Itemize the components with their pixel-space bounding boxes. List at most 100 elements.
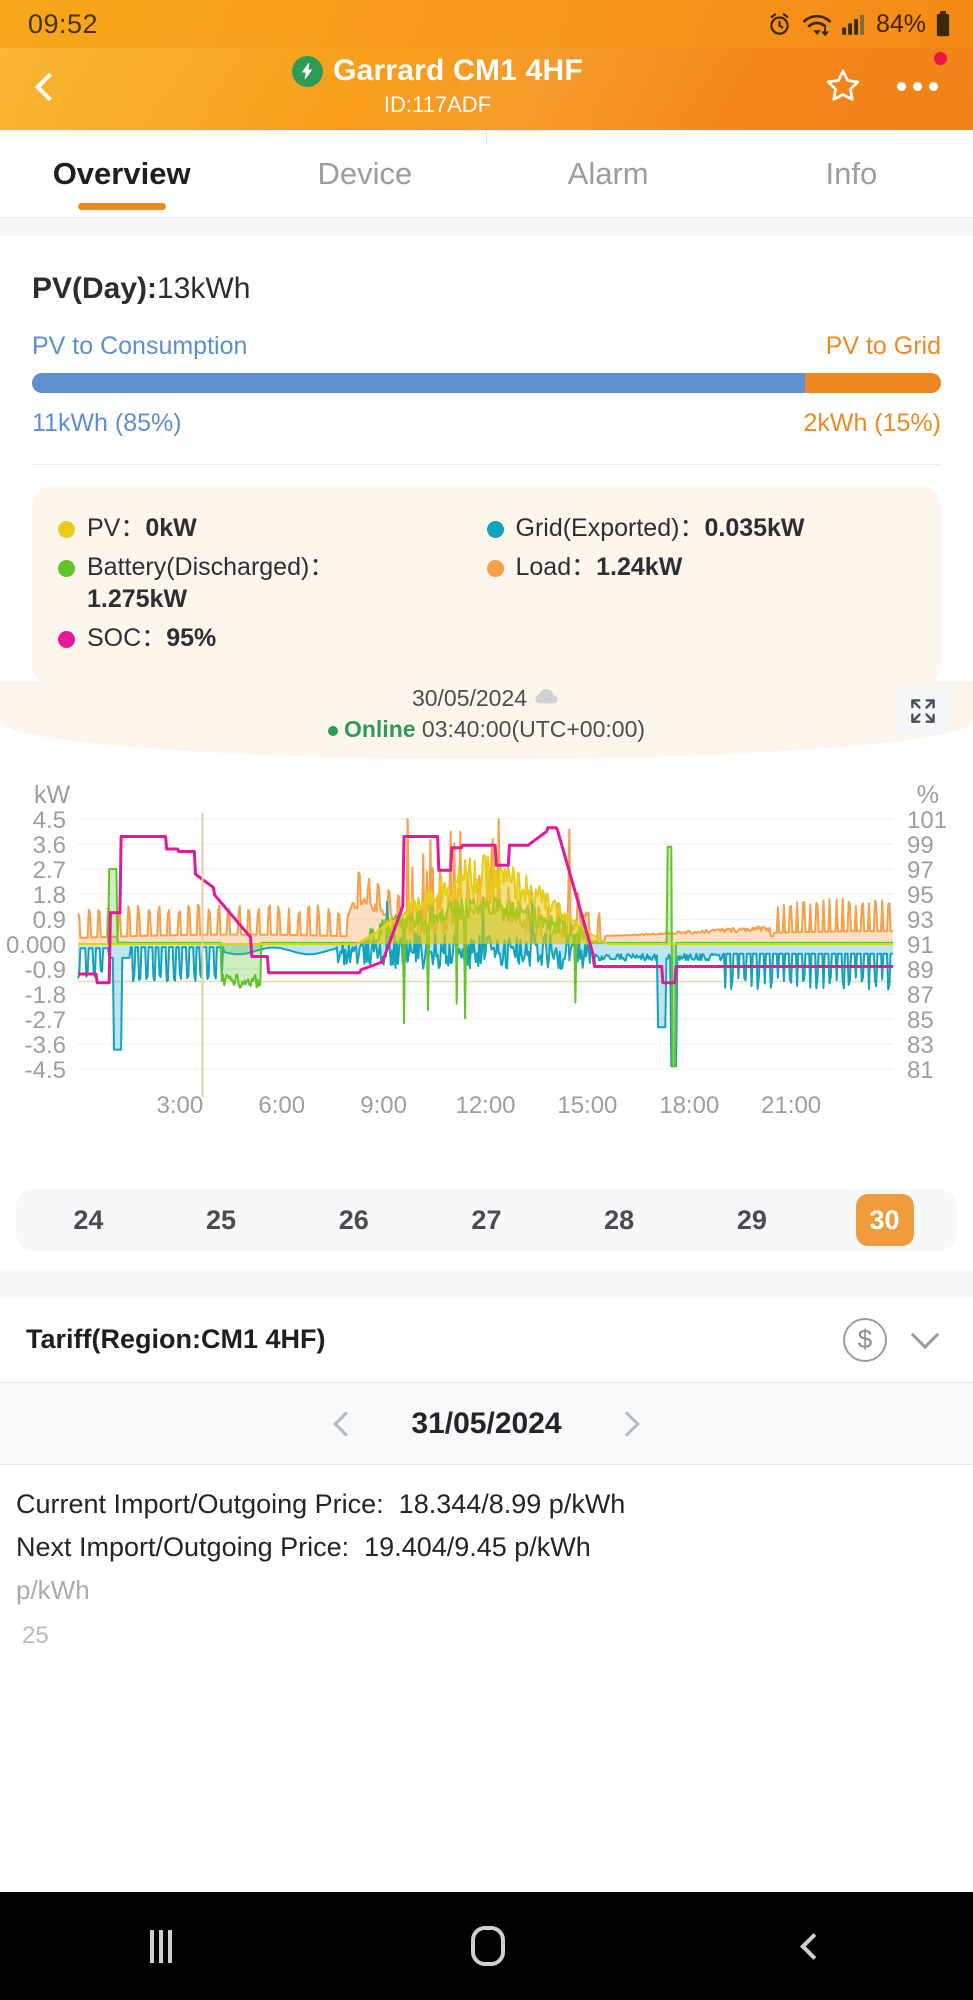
- tariff-date-bar: 31/05/2024: [0, 1383, 973, 1465]
- chart-date-row: 30/05/2024: [412, 685, 561, 712]
- tab-overview-label: Overview: [52, 155, 191, 191]
- grid-dot-icon: [486, 521, 504, 538]
- chart-y-tick-left: -4.5: [25, 1057, 66, 1084]
- chart-y-tick-right: 83: [907, 1032, 934, 1059]
- chart-y-tick-left: 0.9: [33, 907, 66, 934]
- bolt-badge-icon: [292, 55, 324, 87]
- legend-soc-label: SOC: [87, 624, 142, 652]
- tab-alarm[interactable]: Alarm: [485, 129, 730, 218]
- legend-battery-separator: ：: [309, 553, 335, 581]
- next-price-row: Next Import/Outgoing Price: 19.404/9.45 …: [16, 1532, 957, 1563]
- day-chip-26[interactable]: 26: [325, 1194, 383, 1246]
- back-icon[interactable]: [800, 1932, 828, 1960]
- legend-column-right: Grid(Exported)：0.035kW Load：1.24kW: [486, 505, 916, 661]
- chart-y-tick-right: 97: [907, 857, 934, 884]
- tab-divider: [485, 129, 487, 145]
- day-chip-28[interactable]: 28: [590, 1194, 648, 1246]
- legend-grid-text: Grid(Exported)：0.035kW: [516, 512, 805, 544]
- pv-day-value: 13kWh: [157, 272, 251, 305]
- app-bar-title-block: Garrard CM1 4HF ID:117ADF: [92, 52, 783, 118]
- power-chart[interactable]: kW % 4.5 101 3.6 99 2.7 97 1.8 95 0.9 93 0.000 91 -0…: [0, 759, 973, 1179]
- chart-y-tick-left: 0.000: [6, 932, 66, 959]
- cloud-icon: [533, 685, 561, 712]
- legend-item-battery[interactable]: Battery(Discharged)： 1.275kW: [58, 551, 487, 615]
- legend-battery-value: 1.275kW: [87, 585, 188, 613]
- online-status: Online: [343, 716, 416, 742]
- tariff-next-day-button[interactable]: [613, 1410, 640, 1437]
- back-button[interactable]: [0, 52, 92, 122]
- legend-pv-separator: ：: [120, 514, 146, 542]
- tariff-date: 31/05/2024: [411, 1406, 562, 1440]
- legend-item-soc[interactable]: SOC：95%: [58, 622, 487, 654]
- next-price-label: Next Import/Outgoing Price:: [16, 1532, 350, 1562]
- more-horizontal-icon: [928, 81, 938, 91]
- chart-canvas[interactable]: 4.5 101 3.6 99 2.7 97 1.8 95 0.9 93 0.000 91 -0.9 89 -…: [0, 771, 973, 1166]
- favorite-button[interactable]: [823, 66, 863, 106]
- chart-timestamp: 03:40:00(UTC+00:00): [421, 716, 646, 742]
- recent-apps-icon[interactable]: [149, 1929, 172, 1963]
- legend-item-pv[interactable]: PV：0kW: [58, 512, 487, 544]
- pv-day-heading: PV(Day):13kWh: [32, 236, 941, 306]
- status-bar-clock: 09:52: [28, 8, 99, 39]
- device-id: ID:117ADF: [383, 92, 492, 117]
- day-selector[interactable]: 24 25 26 27 28 29 30: [16, 1189, 957, 1251]
- legend-column-left: PV：0kW Battery(Discharged)： 1.275kW SOC：9…: [58, 505, 487, 661]
- battery-percentage: 84%: [875, 9, 926, 38]
- chart-y-tick-left: -3.6: [25, 1032, 66, 1059]
- chevron-down-icon[interactable]: [910, 1320, 940, 1349]
- pv-to-consumption-bar: [32, 373, 805, 393]
- chart-y-tick-right: 87: [907, 982, 934, 1009]
- legend-item-grid[interactable]: Grid(Exported)：0.035kW: [486, 512, 916, 544]
- dollar-circle-icon[interactable]: $: [843, 1317, 887, 1362]
- battery-dot-icon: [58, 560, 75, 577]
- tab-info[interactable]: Info: [730, 130, 973, 218]
- chart-y-tick-left: 2.7: [33, 857, 66, 884]
- pv-split-bar: [32, 373, 941, 393]
- legend-load-text: Load：1.24kW: [516, 551, 683, 583]
- legend-load-separator: ：: [571, 553, 597, 581]
- pv-flow-labels: PV to Consumption PV to Grid: [32, 332, 941, 361]
- pv-to-consumption-value: 11kWh (85%): [32, 409, 182, 437]
- chart-x-tick: 3:00: [157, 1092, 204, 1119]
- metrics-legend-card: PV：0kW Battery(Discharged)： 1.275kW SOC：9…: [32, 487, 941, 683]
- home-icon[interactable]: [470, 1926, 505, 1966]
- legend-item-load[interactable]: Load：1.24kW: [486, 551, 916, 583]
- signal-icon: [841, 12, 865, 36]
- alarm-icon: [766, 11, 793, 38]
- chart-y-axis-unit-right: %: [916, 781, 939, 809]
- chart-y-tick-left: 4.5: [33, 807, 66, 834]
- chart-y-tick-left: -1.8: [25, 982, 66, 1009]
- expand-fullscreen-icon: [911, 699, 935, 723]
- section-gap-2: [0, 1271, 973, 1297]
- next-price-value: 19.404/9.45 p/kWh: [364, 1532, 591, 1562]
- battery-icon: [935, 11, 951, 37]
- chart-y-tick-left: -0.9: [25, 957, 66, 984]
- day-chip-30[interactable]: 30: [855, 1194, 914, 1246]
- chart-y-axis-unit-left: kW: [34, 781, 71, 809]
- chart-y-tick-right: 81: [907, 1057, 934, 1084]
- current-price-value: 18.344/8.99 p/kWh: [398, 1489, 626, 1519]
- section-gap: [0, 218, 973, 236]
- day-chip-29[interactable]: 29: [723, 1194, 781, 1246]
- more-options-button[interactable]: [887, 50, 949, 106]
- day-chip-27[interactable]: 27: [457, 1194, 515, 1246]
- day-chip-24[interactable]: 24: [59, 1194, 117, 1246]
- current-price-row: Current Import/Outgoing Price: 18.344/8.…: [16, 1489, 957, 1520]
- pv-to-grid-label: PV to Grid: [825, 332, 941, 360]
- chart-x-tick: 21:00: [761, 1092, 821, 1119]
- star-outline-icon: [826, 69, 860, 101]
- legend-pv-value: 0kW: [145, 514, 197, 542]
- chart-status-strip: 30/05/2024 Online 03:40:00(UTC+00:00): [0, 681, 973, 759]
- legend-battery-label: Battery(Discharged): [87, 553, 310, 581]
- legend-load-value: 1.24kW: [596, 553, 683, 581]
- legend-pv-label: PV: [87, 514, 121, 542]
- day-chip-25[interactable]: 25: [192, 1194, 250, 1246]
- tab-device[interactable]: Device: [243, 130, 486, 218]
- tariff-prev-day-button[interactable]: [333, 1410, 360, 1437]
- soc-dot-icon: [58, 631, 75, 648]
- tab-overview[interactable]: Overview: [0, 130, 243, 218]
- device-title: Garrard CM1 4HF: [333, 54, 583, 87]
- legend-grid-separator: ：: [679, 514, 705, 542]
- tariff-header[interactable]: Tariff(Region:CM1 4HF) $: [0, 1297, 973, 1383]
- expand-chart-button[interactable]: [897, 687, 949, 735]
